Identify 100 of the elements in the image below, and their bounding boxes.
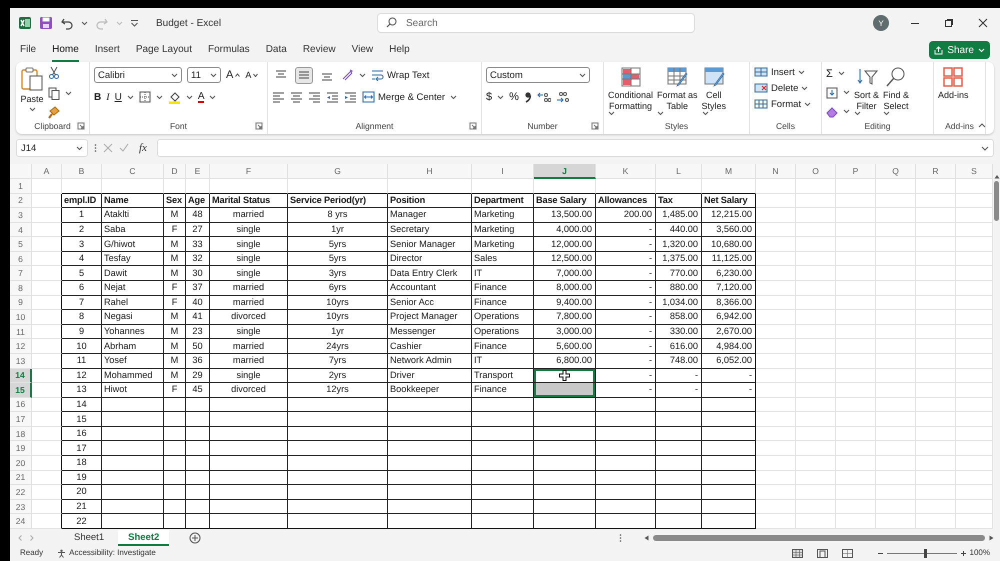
empty-cell[interactable] <box>472 470 534 486</box>
empty-cell[interactable] <box>702 426 756 442</box>
borders-icon[interactable] <box>138 91 151 103</box>
active-cell[interactable] <box>534 368 596 384</box>
empty-cell[interactable] <box>210 398 288 412</box>
empty-cell[interactable] <box>210 485 288 500</box>
caret-icon[interactable] <box>702 111 709 116</box>
collapse-ribbon-icon[interactable] <box>978 123 986 128</box>
empty-cell[interactable] <box>534 470 596 486</box>
empty-cell[interactable] <box>702 398 756 412</box>
empty-cell[interactable] <box>388 441 472 456</box>
empty-cell[interactable] <box>702 412 756 427</box>
caret-icon[interactable] <box>843 90 850 95</box>
empty-cell[interactable] <box>656 426 702 442</box>
align-left-icon[interactable] <box>272 91 285 103</box>
dialog-launcher-icon[interactable] <box>591 122 599 130</box>
empty-cell[interactable] <box>186 500 210 514</box>
empty-cell[interactable] <box>656 470 702 486</box>
merge-center-button[interactable]: Merge & Center <box>362 91 446 103</box>
caret-icon[interactable] <box>186 94 193 100</box>
empty-cell[interactable] <box>388 456 472 471</box>
empty-cell[interactable] <box>102 412 164 427</box>
caret-icon[interactable] <box>450 94 458 100</box>
caret-icon[interactable] <box>28 106 36 112</box>
caret-icon[interactable] <box>608 111 615 116</box>
empty-cell[interactable] <box>102 456 164 471</box>
wrap-text-button[interactable]: Wrap Text <box>371 69 430 81</box>
column-header[interactable]: F <box>210 164 288 179</box>
empty-cell[interactable] <box>164 470 186 486</box>
fill-down-icon[interactable] <box>826 86 838 98</box>
row-header[interactable]: 11 <box>10 324 32 340</box>
empty-cell[interactable] <box>596 441 656 456</box>
customize-icon[interactable] <box>130 19 139 27</box>
empty-cell[interactable] <box>656 412 702 427</box>
empty-cell[interactable] <box>596 412 656 427</box>
row-header[interactable]: 3 <box>10 208 32 223</box>
column-header[interactable]: B <box>62 164 102 179</box>
row-header[interactable]: 20 <box>10 456 32 471</box>
zoom-in-icon[interactable] <box>960 550 967 556</box>
row-header[interactable]: 2 <box>10 194 32 208</box>
selected-cell[interactable] <box>534 383 596 398</box>
empty-cell[interactable] <box>656 500 702 514</box>
empty-cell[interactable] <box>288 456 388 471</box>
row-header[interactable]: 9 <box>10 296 32 310</box>
empty-cell[interactable] <box>388 485 472 500</box>
empty-cell[interactable] <box>186 426 210 442</box>
empty-cell[interactable] <box>288 470 388 486</box>
more-options-icon[interactable] <box>619 533 622 543</box>
cut-icon[interactable] <box>48 66 60 80</box>
empty-cell[interactable] <box>596 398 656 412</box>
normal-view-icon[interactable] <box>792 548 803 558</box>
empty-cell[interactable] <box>388 412 472 427</box>
row-header[interactable]: 8 <box>10 281 32 296</box>
empty-cell[interactable] <box>388 470 472 486</box>
column-header[interactable]: O <box>796 164 836 179</box>
column-header[interactable]: A <box>32 164 62 179</box>
empty-cell[interactable] <box>472 500 534 514</box>
accessibility-button[interactable]: Accessibility: Investigate <box>69 547 156 559</box>
caret-icon[interactable] <box>359 72 366 78</box>
conditional-formatting-button[interactable]: Conditional Formatting <box>608 66 654 120</box>
empty-cell[interactable] <box>102 500 164 514</box>
empty-cell[interactable] <box>102 441 164 456</box>
row-header[interactable]: 16 <box>10 398 32 412</box>
empty-cell[interactable] <box>388 500 472 514</box>
eraser-icon[interactable] <box>826 106 838 118</box>
caret-icon[interactable] <box>156 94 163 100</box>
empty-cell[interactable] <box>102 470 164 486</box>
empty-cell[interactable] <box>472 426 534 442</box>
row-header[interactable]: 5 <box>10 237 32 252</box>
caret-icon[interactable] <box>81 20 88 26</box>
search-field[interactable]: Search <box>377 13 695 33</box>
caret-icon[interactable] <box>209 94 216 100</box>
save-icon[interactable] <box>39 16 53 30</box>
empty-cell[interactable] <box>288 441 388 456</box>
page-layout-icon[interactable] <box>816 548 828 558</box>
empty-cell[interactable] <box>702 500 756 514</box>
shrink-font-button[interactable]: A <box>245 70 258 80</box>
empty-cell[interactable] <box>702 456 756 471</box>
caret-icon[interactable] <box>883 111 890 116</box>
empty-cell[interactable] <box>702 485 756 500</box>
column-header[interactable]: D <box>164 164 186 179</box>
column-header[interactable]: Q <box>876 164 916 179</box>
align-button[interactable] <box>295 66 313 84</box>
column-header[interactable]: N <box>756 164 796 179</box>
dialog-launcher-icon[interactable] <box>469 122 477 130</box>
column-header[interactable]: C <box>102 164 164 179</box>
close-icon[interactable] <box>978 18 988 28</box>
scroll-up-icon[interactable] <box>994 174 1000 179</box>
empty-cell[interactable] <box>702 514 756 529</box>
empty-cell[interactable] <box>534 456 596 471</box>
empty-cell[interactable] <box>102 485 164 500</box>
caret-icon[interactable] <box>497 94 504 100</box>
font-color-button[interactable]: A <box>198 92 204 102</box>
empty-cell[interactable] <box>656 456 702 471</box>
row-header[interactable]: 19 <box>10 441 32 456</box>
formula-field[interactable] <box>156 139 994 157</box>
insert-button[interactable]: Insert <box>754 66 817 78</box>
caret-icon[interactable] <box>65 90 72 96</box>
row-header[interactable]: 7 <box>10 266 32 282</box>
fill-color-icon[interactable] <box>168 90 181 104</box>
